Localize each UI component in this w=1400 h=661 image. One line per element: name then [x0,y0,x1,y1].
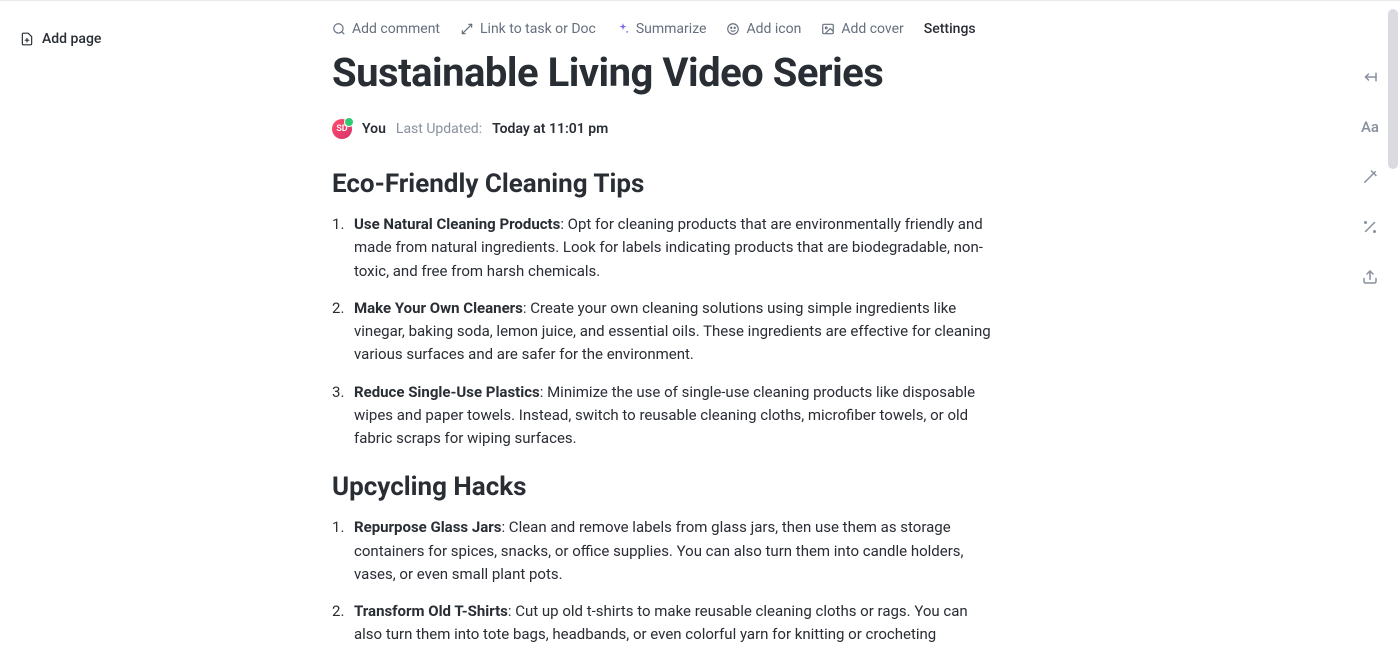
comment-icon [332,22,346,36]
page-title[interactable]: Sustainable Living Video Series [332,49,992,97]
list-item[interactable]: Transform Old T-Shirts: Cut up old t-shi… [354,600,992,647]
add-page-button[interactable]: Add page [16,25,244,53]
scrollbar-thumb[interactable] [1388,9,1398,169]
list-item[interactable]: Reduce Single-Use Plastics: Minimize the… [354,381,992,451]
right-rail: Aa [1350,66,1390,288]
main-content: Add comment Link to task or Doc Summariz… [332,21,992,661]
add-cover-label: Add cover [841,21,903,37]
list-item-title: Reduce Single-Use Plastics [354,383,540,401]
left-sidebar: Add page [0,1,260,601]
list-item-title: Use Natural Cleaning Products [354,215,560,233]
summarize-label: Summarize [636,21,707,37]
ai-sparkle-button[interactable] [1359,216,1381,238]
list-item[interactable]: Repurpose Glass Jars: Clean and remove l… [354,516,992,586]
smiley-icon [726,22,740,36]
section-heading[interactable]: Eco-Friendly Cleaning Tips [332,169,992,199]
page-toolbar: Add comment Link to task or Doc Summariz… [332,21,992,37]
add-cover-button[interactable]: Add cover [821,21,903,37]
list-item-title: Make Your Own Cleaners [354,299,523,317]
link-task-label: Link to task or Doc [480,21,596,37]
list-item[interactable]: Use Natural Cleaning Products: Opt for c… [354,213,992,283]
image-icon [821,22,835,36]
add-comment-button[interactable]: Add comment [332,21,440,37]
collapse-right-rail-button[interactable] [1359,66,1381,88]
scrollbar[interactable] [1386,5,1400,597]
ordered-list: Use Natural Cleaning Products: Opt for c… [332,213,992,450]
list-item-title: Transform Old T-Shirts [354,602,508,620]
link-task-button[interactable]: Link to task or Doc [460,21,596,37]
font-settings-button[interactable]: Aa [1359,116,1381,138]
add-page-icon [20,32,34,46]
list-item[interactable]: Make Your Own Cleaners: Create your own … [354,297,992,367]
author-you: You [362,121,386,137]
add-comment-label: Add comment [352,21,440,37]
summarize-button[interactable]: Summarize [616,21,707,37]
list-item-title: Repurpose Glass Jars [354,518,501,536]
last-updated-value: Today at 11:01 pm [492,121,608,137]
style-wand-button[interactable] [1359,166,1381,188]
settings-label: Settings [924,21,976,37]
link-icon [460,22,474,36]
ordered-list: Repurpose Glass Jars: Clean and remove l… [332,516,992,646]
share-button[interactable] [1359,266,1381,288]
sparkle-icon [616,22,630,36]
add-icon-label: Add icon [746,21,801,37]
page-meta: SD You Last Updated: Today at 11:01 pm [332,119,992,139]
settings-button[interactable]: Settings [924,21,976,37]
add-page-label: Add page [42,31,101,47]
avatar[interactable]: SD [332,119,352,139]
section-heading[interactable]: Upcycling Hacks [332,472,992,502]
last-updated-label: Last Updated: [396,121,482,137]
add-icon-button[interactable]: Add icon [726,21,801,37]
